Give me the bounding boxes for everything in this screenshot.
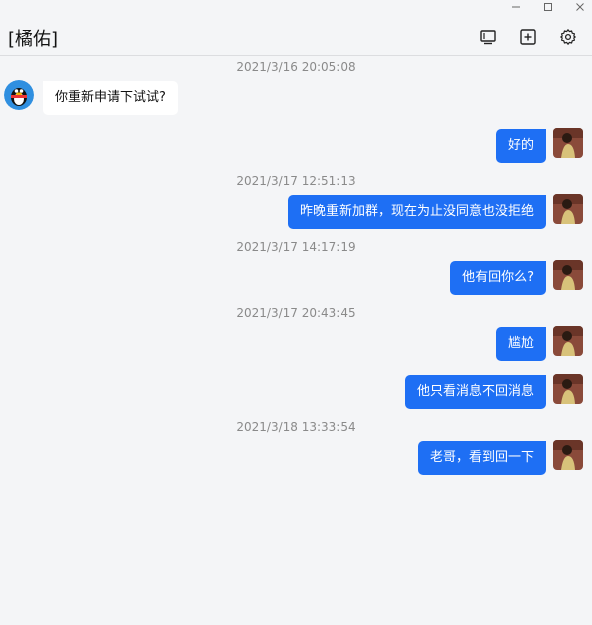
user-photo-icon (553, 326, 583, 356)
penguin-avatar-icon (4, 80, 34, 110)
gear-icon (560, 29, 576, 45)
minimize-icon (512, 6, 520, 8)
my-avatar[interactable] (553, 194, 583, 224)
user-photo-icon (553, 128, 583, 158)
chat-header: [橘佑] (0, 16, 592, 56)
contact-avatar[interactable] (4, 80, 34, 110)
minimize-button[interactable] (502, 0, 530, 14)
settings-button[interactable] (557, 26, 579, 48)
message-timestamp: 2021/3/17 12:51:13 (236, 174, 356, 188)
maximize-button[interactable] (534, 0, 562, 14)
my-avatar[interactable] (553, 326, 583, 356)
monitor-icon (480, 30, 496, 45)
user-photo-icon (553, 194, 583, 224)
my-avatar[interactable] (553, 374, 583, 404)
user-photo-icon (553, 440, 583, 470)
user-photo-icon (553, 260, 583, 290)
maximize-icon (544, 3, 552, 11)
message-bubble-outgoing: 他有回你么? (450, 261, 546, 295)
window-titlebar (0, 0, 592, 16)
message-timestamp: 2021/3/16 20:05:08 (236, 60, 356, 74)
message-bubble-outgoing: 他只看消息不回消息 (404, 375, 546, 409)
message-bubble-outgoing: 尴尬 (495, 327, 546, 361)
message-timestamp: 2021/3/17 20:43:45 (236, 306, 356, 320)
user-photo-icon (553, 374, 583, 404)
message-timestamp: 2021/3/17 14:17:19 (236, 240, 356, 254)
my-avatar[interactable] (553, 440, 583, 470)
message-bubble-incoming: 你重新申请下试试? (43, 81, 178, 115)
message-timestamp: 2021/3/18 13:33:54 (236, 420, 356, 434)
close-icon (576, 3, 584, 11)
close-button[interactable] (566, 0, 592, 14)
my-avatar[interactable] (553, 260, 583, 290)
message-bubble-outgoing: 昨晚重新加群，现在为止没同意也没拒绝 (287, 195, 546, 229)
message-bubble-outgoing: 好的 (495, 129, 546, 163)
my-avatar[interactable] (553, 128, 583, 158)
chat-title: [橘佑] (8, 29, 59, 50)
screen-share-button[interactable] (477, 26, 499, 48)
add-member-button[interactable] (517, 26, 539, 48)
add-box-icon (520, 29, 536, 45)
message-bubble-outgoing: 老哥，看到回一下 (417, 441, 546, 475)
